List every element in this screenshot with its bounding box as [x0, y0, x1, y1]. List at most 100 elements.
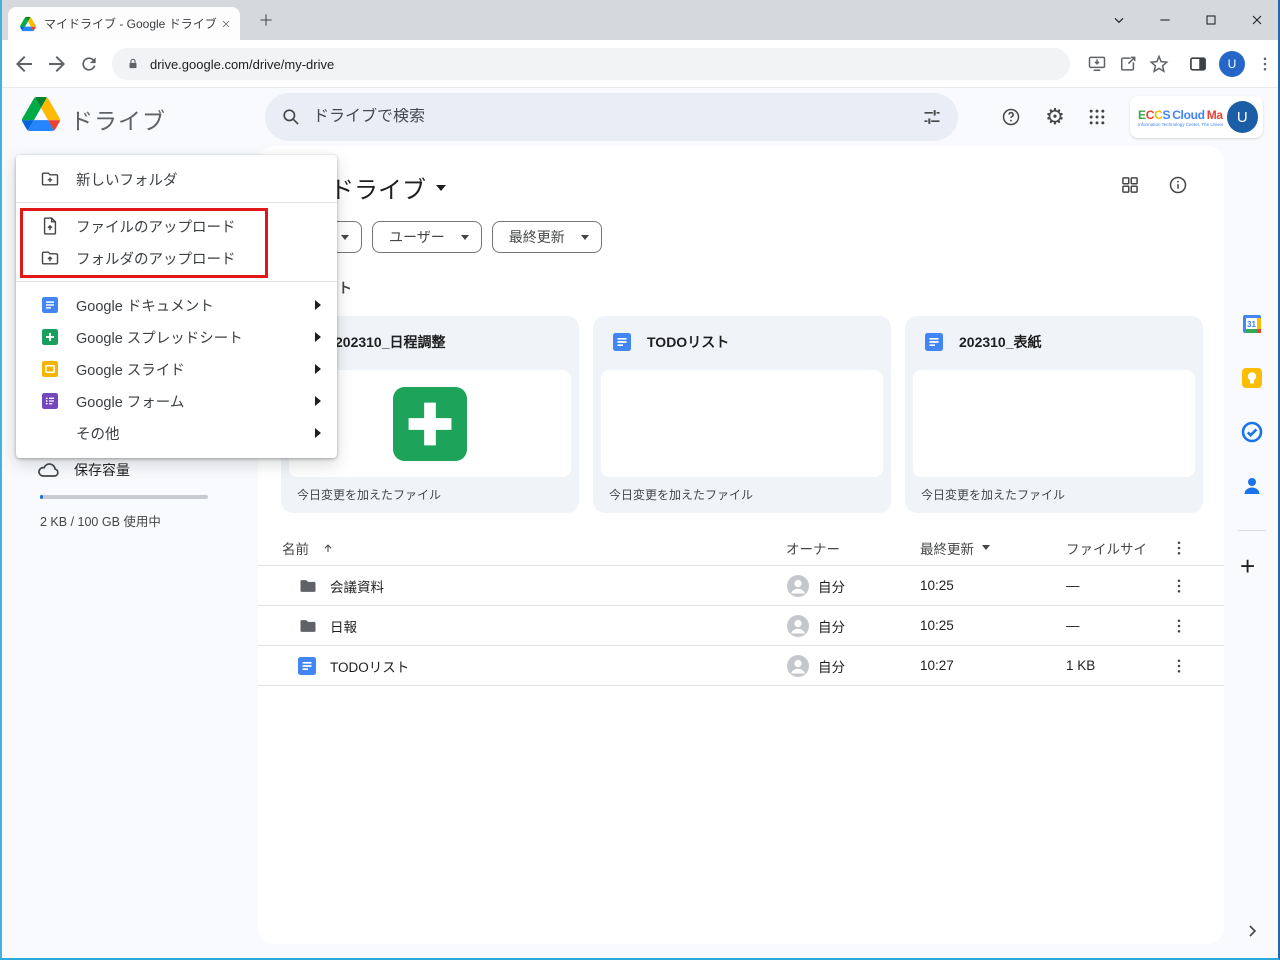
file-size: — [1066, 578, 1080, 593]
new-tab-button[interactable] [255, 9, 278, 32]
submenu-arrow-icon [315, 332, 321, 342]
folder-icon [298, 576, 318, 596]
browser-tab[interactable]: マイドライブ - Google ドライブ [8, 7, 240, 40]
chevron-right-icon[interactable] [1242, 921, 1262, 941]
submenu-arrow-icon [315, 300, 321, 310]
file-name[interactable]: TODOリスト [330, 646, 409, 685]
account-card[interactable]: ECCSCloudMail Information Technology Cen… [1130, 96, 1263, 138]
toolbar-right: U [1087, 48, 1274, 80]
eccs-letter: S [1162, 107, 1171, 122]
add-addon-icon[interactable]: + [1240, 553, 1255, 579]
drive-logo-icon[interactable] [22, 97, 60, 131]
menu-item-file-upload[interactable]: ファイルのアップロード [16, 210, 337, 242]
slides-icon [40, 359, 60, 379]
settings-gear-icon[interactable]: ⚙ [1035, 88, 1075, 146]
close-button[interactable] [1234, 0, 1280, 40]
column-header-size[interactable]: ファイルサイ [1066, 530, 1147, 565]
owner-avatar-icon [786, 654, 810, 678]
contacts-icon[interactable] [1240, 474, 1264, 498]
reload-icon[interactable] [79, 54, 99, 74]
install-icon[interactable] [1087, 54, 1107, 74]
calendar-icon[interactable] [1240, 312, 1264, 336]
share-icon[interactable] [1118, 54, 1138, 74]
row-menu-icon[interactable] [1170, 577, 1188, 595]
menu-item-more[interactable]: その他 [16, 417, 337, 449]
apps-grid-icon[interactable] [1077, 88, 1117, 146]
menu-item-google-sheets[interactable]: Google スプレッドシート [16, 321, 337, 353]
column-options-icon[interactable] [1170, 539, 1188, 557]
browser-menu-icon[interactable] [1256, 55, 1274, 73]
side-panel-icon[interactable] [1188, 54, 1208, 74]
row-menu-icon[interactable] [1170, 617, 1188, 635]
new-menu: 新しいフォルダ ファイルのアップロード フォルダのアップロード Google ド… [16, 155, 337, 458]
search-icon[interactable] [281, 107, 301, 127]
maximize-button[interactable] [1188, 0, 1234, 40]
tab-close-icon[interactable] [220, 18, 232, 30]
table-row[interactable]: 会議資料 自分 10:25 — [258, 566, 1224, 606]
eccs-word: Cloud [1172, 107, 1205, 122]
title-caret-icon [436, 184, 446, 191]
forward-icon[interactable] [45, 52, 69, 76]
menu-item-google-docs[interactable]: Google ドキュメント [16, 289, 337, 321]
filter-chip-people[interactable]: ユーザー [372, 221, 482, 253]
eccs-letter: C [1145, 107, 1155, 122]
search-options-icon[interactable] [922, 107, 942, 127]
lock-icon [126, 57, 140, 71]
url-text: drive.google.com/drive/my-drive [150, 56, 335, 72]
column-header-owner[interactable]: オーナー [786, 530, 840, 565]
menu-item-label: Google スプレッドシート [76, 330, 243, 347]
storage-label: 保存容量 [74, 462, 130, 478]
account-avatar[interactable]: U [1226, 101, 1258, 133]
file-card[interactable]: TODOリスト 今日変更を加えたファイル [593, 316, 891, 513]
file-name[interactable]: 日報 [330, 606, 357, 645]
table-row[interactable]: TODOリスト 自分 10:27 1 KB [258, 646, 1224, 686]
owner-name: 自分 [818, 619, 845, 635]
tab-search-button[interactable] [1096, 0, 1142, 40]
owner-avatar-icon [786, 574, 810, 598]
menu-item-google-slides[interactable]: Google スライド [16, 353, 337, 385]
browser-avatar[interactable]: U [1219, 51, 1245, 77]
file-card[interactable]: 202310_表紙 今日変更を加えたファイル [905, 316, 1203, 513]
search-bar[interactable] [265, 93, 958, 141]
file-name[interactable]: 会議資料 [330, 566, 384, 605]
search-input[interactable] [313, 108, 922, 126]
menu-item-label: 新しいフォルダ [76, 172, 178, 189]
menu-item-label: フォルダのアップロード [76, 251, 236, 268]
menu-item-new-folder[interactable]: 新しいフォルダ [16, 163, 337, 195]
column-header-name[interactable]: 名前 [282, 530, 335, 565]
bookmark-star-icon[interactable] [1149, 54, 1169, 74]
chip-label: ユーザー [389, 229, 445, 245]
storage-usage-text: 2 KB / 100 GB 使用中 [40, 515, 161, 529]
owner-avatar-icon [786, 614, 810, 638]
column-header-modified[interactable]: 最終更新 [920, 530, 990, 565]
menu-item-label: ファイルのアップロード [76, 219, 236, 236]
drive-favicon-icon [20, 16, 36, 32]
file-size: 1 KB [1066, 658, 1096, 673]
menu-item-google-forms[interactable]: Google フォーム [16, 385, 337, 417]
sheets-logo-icon [393, 387, 467, 461]
help-icon[interactable] [991, 88, 1031, 146]
filter-chip-modified[interactable]: 最終更新 [491, 221, 602, 253]
menu-item-label: Google ドキュメント [76, 298, 214, 315]
sort-ascending-icon [321, 541, 335, 555]
info-icon[interactable] [1168, 175, 1188, 195]
sidebar-item-storage[interactable]: 保存容量 [36, 458, 130, 482]
card-preview [913, 370, 1195, 477]
keep-icon[interactable] [1240, 366, 1264, 390]
owner-name: 自分 [818, 659, 845, 675]
docs-icon [298, 657, 316, 675]
submenu-arrow-icon [315, 364, 321, 374]
minimize-button[interactable] [1142, 0, 1188, 40]
grid-view-icon[interactable] [1120, 175, 1140, 195]
menu-item-label: Google スライド [76, 362, 185, 379]
back-icon[interactable] [12, 52, 36, 76]
menu-divider [16, 202, 337, 203]
storage-progress-fill [40, 495, 43, 499]
folder-icon [298, 616, 318, 636]
table-row[interactable]: 日報 自分 10:25 — [258, 606, 1224, 646]
row-menu-icon[interactable] [1170, 657, 1188, 675]
menu-item-folder-upload[interactable]: フォルダのアップロード [16, 242, 337, 274]
url-bar[interactable]: drive.google.com/drive/my-drive [112, 48, 1070, 80]
tasks-icon[interactable] [1240, 420, 1264, 444]
card-title: 202310_表紙 [959, 334, 1042, 350]
